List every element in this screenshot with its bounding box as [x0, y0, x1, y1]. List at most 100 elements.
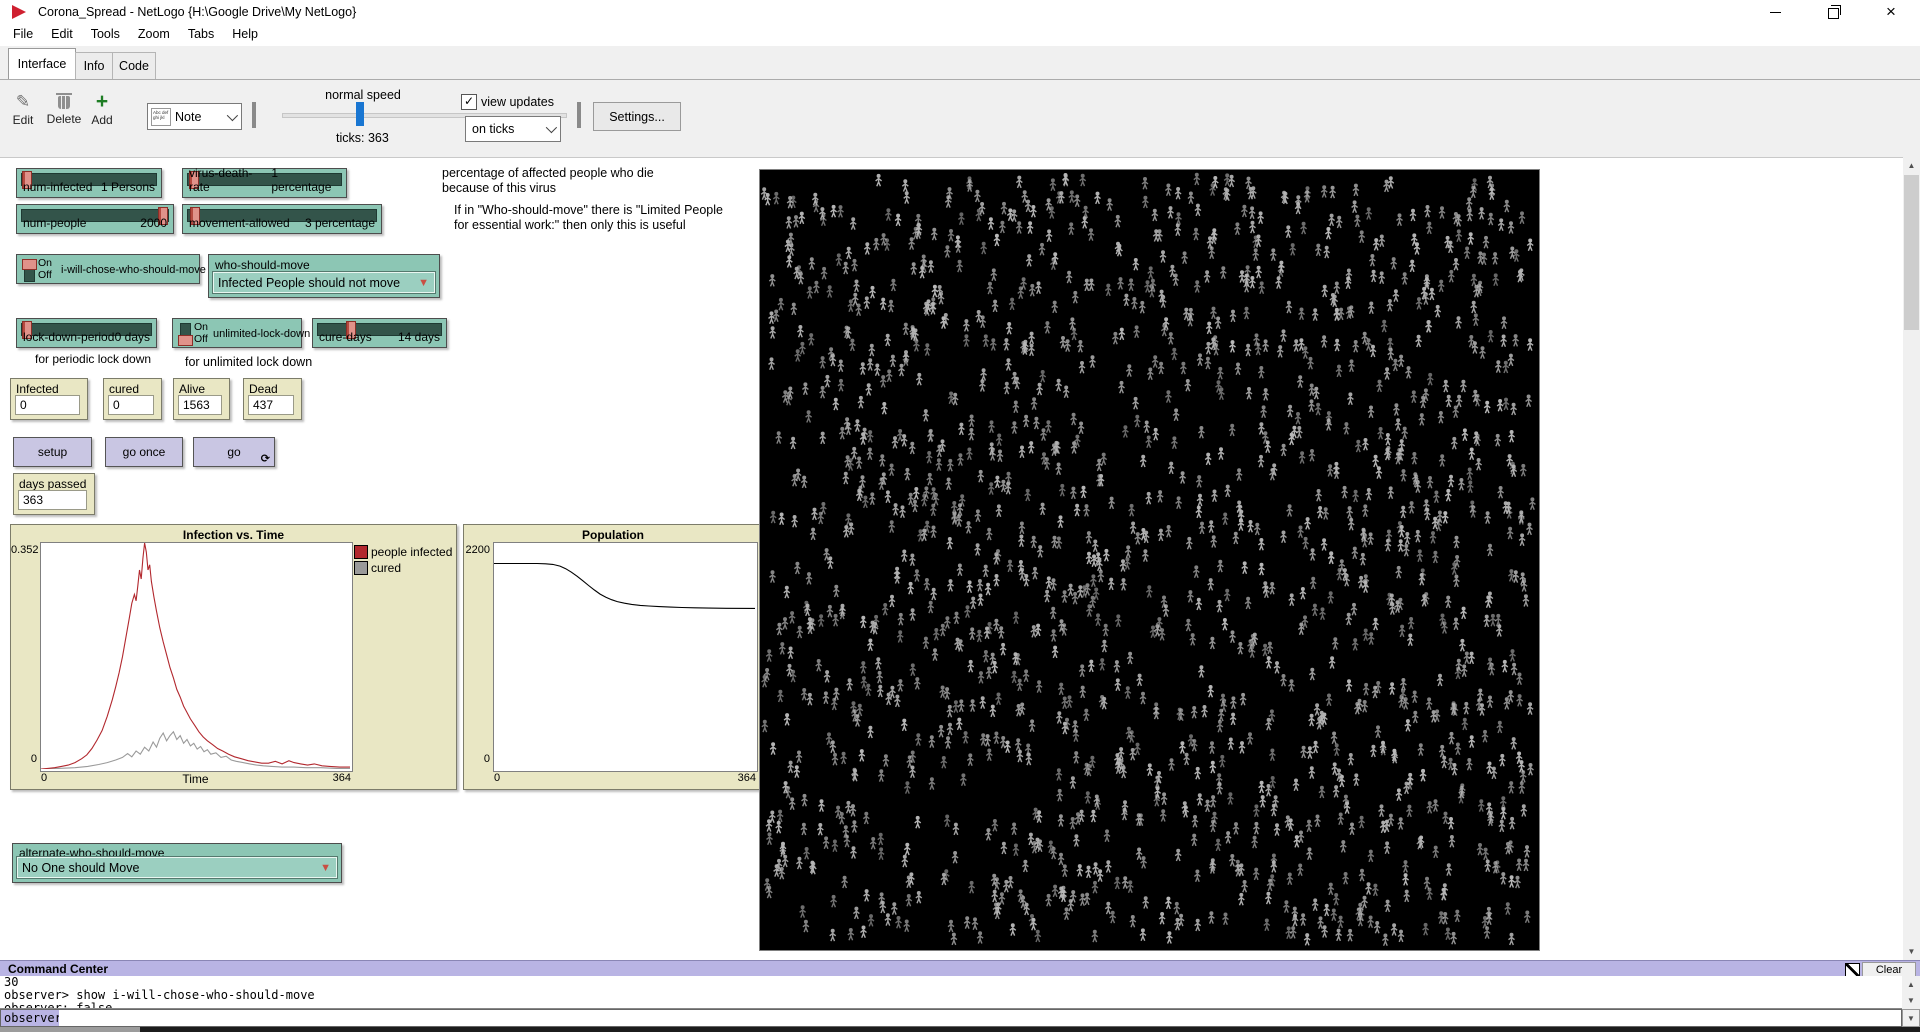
scroll-down-arrow[interactable]: ▼ [1902, 992, 1920, 1008]
legend-label: cured [371, 561, 401, 575]
dropdown-triangle-icon: ▼ [418, 277, 429, 289]
slider-value: 0 days [115, 330, 150, 344]
window-edge [0, 1027, 140, 1032]
tab-code[interactable]: Code [112, 52, 156, 79]
titlebar: Corona_Spread - NetLogo {H:\Google Drive… [0, 0, 1920, 24]
plot-population: Population 2200 0 0 364 [463, 524, 763, 790]
command-output[interactable]: 30 observer> show i-will-chose-who-shoul… [0, 976, 1902, 1009]
y-axis-min: 0 [11, 753, 37, 765]
pencil-icon: ✎ [16, 94, 30, 110]
toolbar-separator [252, 102, 256, 128]
minimize-button[interactable] [1746, 0, 1804, 24]
button-label: setup [38, 445, 67, 459]
monitor-value: 1563 [178, 395, 222, 415]
x-axis-max: 364 [730, 772, 756, 784]
widget-type-dropdown[interactable]: Abc defghi jkl Note [147, 103, 242, 130]
interface-scrollbar[interactable]: ▲ ▼ [1903, 157, 1920, 960]
monitor-value: 0 [15, 395, 80, 415]
speed-slider-handle[interactable] [356, 102, 364, 126]
x-axis-min: 0 [494, 772, 500, 784]
switch-label: i-will-chose-who-should-move [61, 264, 206, 276]
switch-unlimited-lock-down[interactable]: OnOff unlimited-lock-down [172, 318, 302, 348]
edit-widget-button[interactable]: ✎ Edit [8, 94, 38, 127]
switch-handle[interactable] [22, 259, 37, 270]
settings-button[interactable]: Settings... [593, 102, 681, 131]
x-axis-label: Time [40, 772, 351, 786]
switch-i-will-chose-who-should-move[interactable]: OnOff i-will-chose-who-should-move [16, 254, 200, 284]
switch-on-off-labels: OnOff [38, 257, 52, 281]
y-axis-min: 0 [464, 753, 490, 765]
monitor-days-passed: days passed 363 [13, 473, 95, 515]
chooser-value-dropdown[interactable]: No One should Move ▼ [17, 857, 337, 878]
dropdown-triangle-icon: ▼ [320, 862, 331, 874]
legend-entry-cured: cured [354, 561, 401, 575]
note-periodic-lockdown: for periodic lock down [35, 352, 151, 367]
plot-canvas [493, 542, 758, 772]
close-icon: × [1886, 2, 1896, 22]
slider-value: 1 Persons [101, 180, 155, 194]
plot-canvas [40, 542, 353, 772]
menu-item-help[interactable]: Help [223, 27, 267, 41]
note-death-rate: percentage of affected people who die be… [442, 166, 654, 196]
menu-item-tabs[interactable]: Tabs [179, 27, 223, 41]
view-updates-label: view updates [481, 95, 554, 109]
person-figures [760, 170, 1539, 950]
monitor-value: 363 [18, 490, 87, 510]
slider-lock-down-period: lock-down-period0 days [16, 318, 157, 348]
view-updates-checkbox[interactable]: ✓ [461, 94, 477, 110]
slider-value: 2000 [140, 216, 167, 230]
menu-item-file[interactable]: File [4, 27, 42, 41]
scroll-up-arrow[interactable]: ▲ [1903, 157, 1920, 174]
scroll-down-arrow[interactable]: ▼ [1903, 943, 1920, 960]
detach-icon[interactable] [1845, 963, 1860, 977]
update-mode-dropdown[interactable]: on ticks [465, 116, 561, 142]
toolbar-separator [577, 102, 581, 128]
setup-button[interactable]: setup [13, 437, 92, 467]
menu-item-tools[interactable]: Tools [82, 27, 129, 41]
chooser-value: Infected People should not move [218, 276, 400, 290]
legend-swatch-red [354, 545, 368, 559]
ticks-counter: ticks: 363 [336, 131, 389, 145]
command-center-title: Command Center [8, 962, 108, 976]
scroll-up-arrow[interactable]: ▲ [1902, 976, 1920, 992]
switch-handle[interactable] [178, 335, 193, 346]
tab-info[interactable]: Info [75, 52, 113, 79]
slider-label: num-people [23, 216, 86, 230]
go-forever-button[interactable]: go ⟳ [193, 437, 275, 467]
legend-swatch-gray [354, 561, 368, 575]
y-axis-max: 2200 [464, 544, 490, 556]
restore-button[interactable] [1804, 0, 1862, 24]
menu-item-edit[interactable]: Edit [42, 27, 82, 41]
button-label: go [227, 445, 240, 459]
tab-interface[interactable]: Interface [8, 48, 76, 79]
chevron-down-icon [546, 122, 557, 133]
slider-value: 14 days [398, 330, 440, 344]
note-who-should-move: If in "Who-should-move" there is "Limite… [454, 203, 723, 233]
chevron-down-icon [227, 109, 238, 120]
legend-entry-people-infected: people infected [354, 545, 452, 559]
monitor-label: Alive [179, 382, 205, 396]
toolbar: ✎ Edit Delete + Add Abc defghi jkl Note … [0, 80, 1920, 158]
add-widget-button[interactable]: + Add [88, 94, 116, 127]
switch-on-off-labels: OnOff [194, 321, 208, 345]
plot-lines [41, 543, 350, 769]
slider-num-people: num-people 2000 [16, 204, 174, 234]
delete-widget-button[interactable]: Delete [44, 94, 84, 126]
close-button[interactable]: × [1862, 0, 1920, 24]
go-once-button[interactable]: go once [105, 437, 183, 467]
world-view[interactable] [759, 169, 1540, 951]
note-unlimited-lockdown: for unlimited lock down [185, 355, 312, 370]
menu-item-zoom[interactable]: Zoom [129, 27, 179, 41]
command-center-header: Command Center Clear [0, 960, 1920, 977]
monitor-infected: Infected 0 [10, 378, 88, 420]
output-scrollbar[interactable]: ▲ ▼ [1902, 976, 1920, 1009]
delete-label: Delete [47, 112, 82, 126]
chooser-value-dropdown[interactable]: Infected People should not move ▼ [213, 272, 435, 293]
edit-label: Edit [13, 113, 34, 127]
slider-cure-days: cure-days14 days [312, 318, 447, 348]
scrollbar-thumb[interactable] [1904, 175, 1919, 330]
history-dropdown-button[interactable]: ▼ [1902, 1009, 1920, 1027]
slider-label: num-infected [23, 180, 92, 194]
output-line: observer> show i-will-chose-who-should-m… [4, 989, 1902, 1002]
command-input[interactable] [59, 1010, 1901, 1026]
